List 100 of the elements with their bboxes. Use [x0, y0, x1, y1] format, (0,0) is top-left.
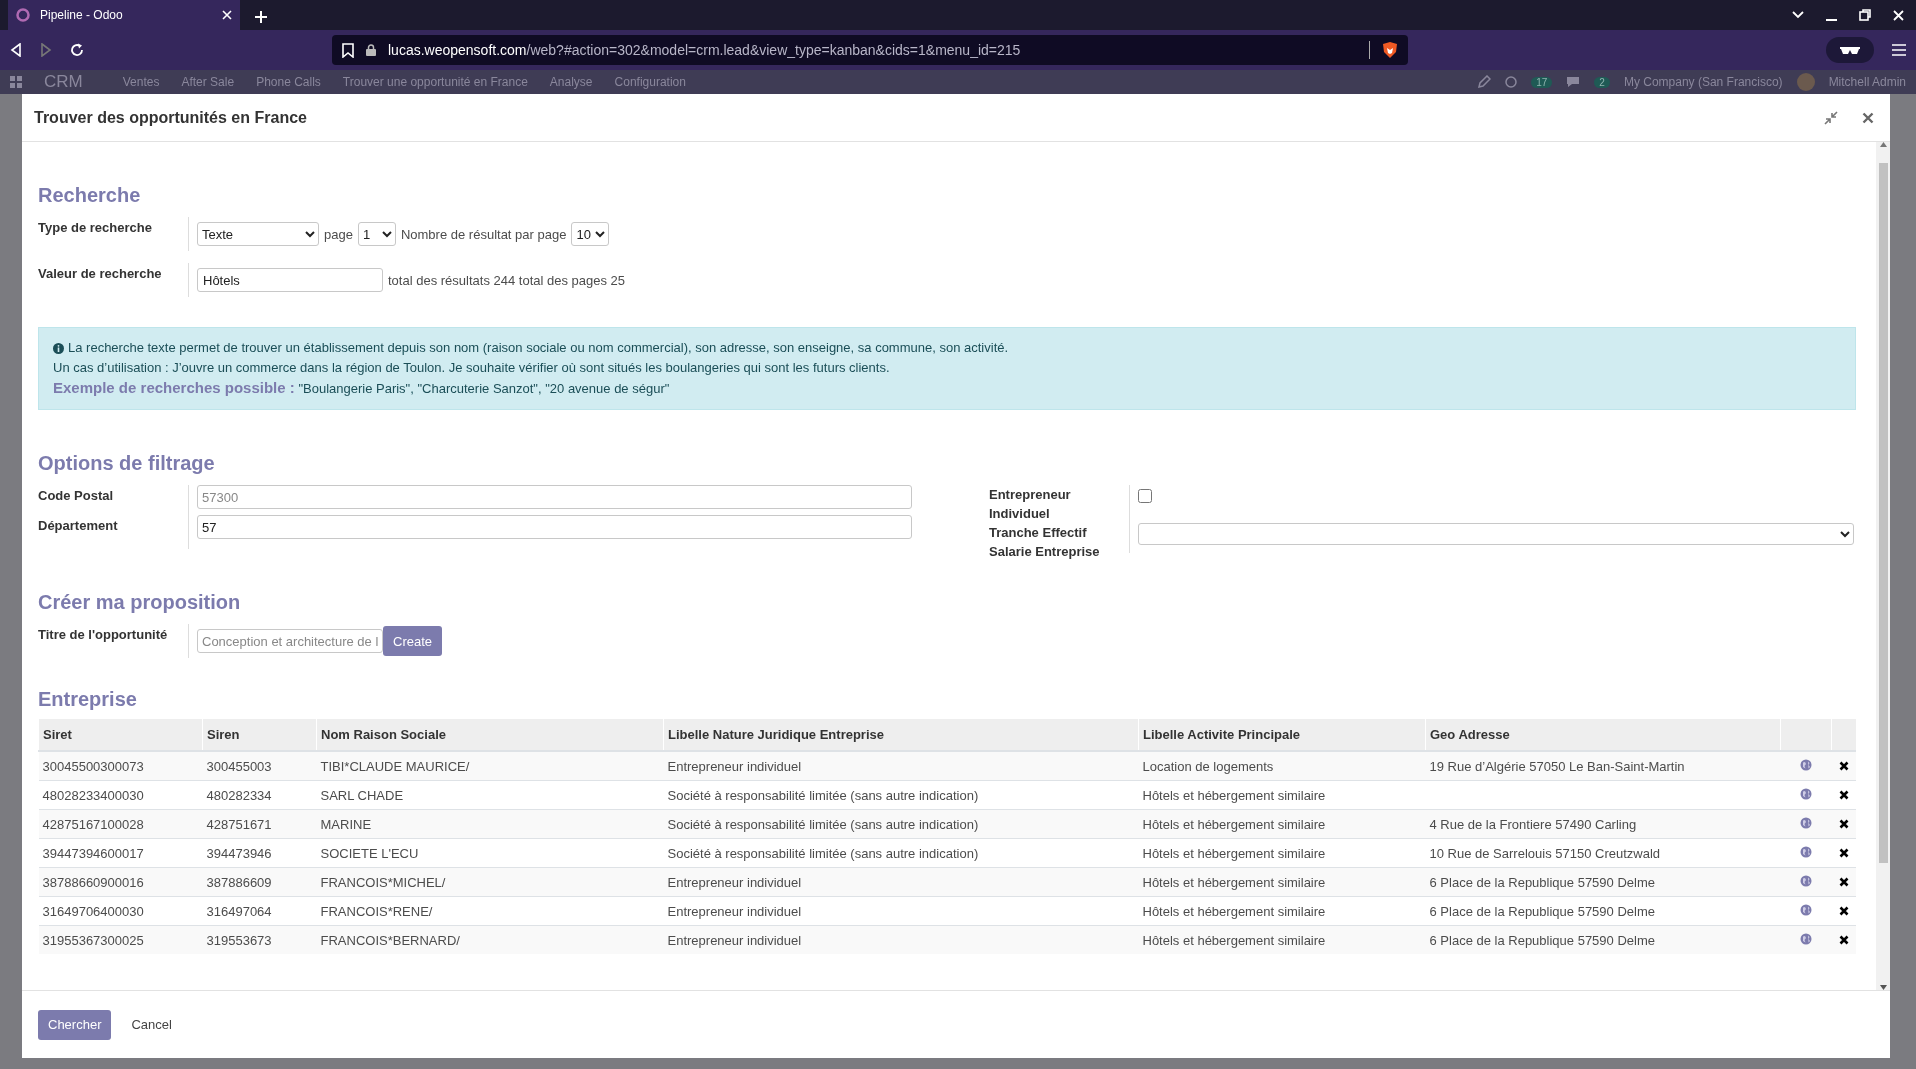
column-header: Geo Adresse: [1425, 719, 1781, 751]
section-heading: Entreprise: [38, 688, 137, 711]
field-label: Tranche Effectif Salarie Entreprise: [989, 524, 1101, 561]
arrow-up-icon[interactable]: [1879, 142, 1887, 147]
table-cell: Location de logements: [1142, 758, 1274, 774]
reload-icon[interactable]: [70, 43, 84, 57]
scrollbar[interactable]: [1876, 142, 1890, 990]
activity-badge: 17: [1531, 76, 1553, 88]
table-cell: 39447394600017: [42, 845, 144, 861]
field-label: Valeur de recherche: [38, 265, 163, 281]
field-label: Titre de l'opportunité: [38, 626, 169, 642]
section-heading: Recherche: [38, 184, 141, 207]
globe-icon[interactable]: [1800, 758, 1812, 771]
restore-icon[interactable]: [1859, 9, 1871, 21]
postal-code-field[interactable]: 57300: [197, 485, 912, 509]
plus-icon[interactable]: [254, 10, 268, 24]
compress-icon[interactable]: [1824, 110, 1838, 125]
globe-icon[interactable]: [1800, 932, 1812, 945]
menu-item[interactable]: Analyse: [549, 75, 593, 89]
table-cell: Hôtels et hébergement similaire: [1142, 845, 1326, 861]
cross-icon[interactable]: [1838, 818, 1849, 829]
info-text: La recherche texte permet de trouver un établissement depuis son nom (raison sociale ou nom commercial), son adresse, son enseigne, sa commune, son activité.: [68, 339, 1009, 357]
menu-icon[interactable]: [1892, 44, 1906, 56]
table-cell: 6 Place de la Republique 57590 Delme: [1429, 874, 1655, 890]
per-page-select[interactable]: 10: [571, 222, 610, 246]
table-cell: 48028233400030: [42, 787, 144, 803]
cancel-button[interactable]: Cancel: [125, 1016, 178, 1033]
create-button[interactable]: Create: [383, 626, 443, 656]
back-icon[interactable]: [10, 43, 22, 57]
table-cell: 30045500300073: [42, 758, 144, 774]
table-cell: 4 Rue de la Frontiere 57490 Carling: [1429, 816, 1637, 832]
table-cell: 42875167100028: [42, 816, 144, 832]
column-header: Libelle Nature Juridique Entreprise: [663, 719, 1139, 751]
edit-icon[interactable]: [1477, 75, 1492, 89]
globe-icon[interactable]: [1800, 903, 1812, 916]
dialog-title: Trouver des opportunités en France: [34, 108, 308, 127]
globe-icon[interactable]: [1800, 874, 1812, 887]
table-cell: Société à responsabilité limitée (sans autre indication): [667, 816, 979, 832]
table-cell: 480282334: [206, 787, 272, 803]
table-cell: 38788660900016: [42, 874, 144, 890]
table-cell: Hôtels et hébergement similaire: [1142, 787, 1326, 803]
results-total: total des résultats 244 total des pages 25: [388, 272, 626, 288]
field-label: page: [324, 226, 353, 242]
table-cell: 316497064: [206, 903, 272, 919]
table-cell: 6 Place de la Republique 57590 Delme: [1429, 903, 1655, 919]
search-value-field[interactable]: Hôtels: [197, 268, 383, 292]
table-cell: 6 Place de la Republique 57590 Delme: [1429, 932, 1655, 948]
cross-icon[interactable]: [1838, 905, 1849, 916]
table-cell: SOCIETE L'ECU: [320, 845, 419, 861]
department-field[interactable]: 57: [197, 515, 912, 539]
table-cell: 10 Rue de Sarrelouis 57150 Creutzwald: [1429, 845, 1661, 861]
chevron-down-icon[interactable]: [1792, 11, 1804, 19]
search-button[interactable]: Chercher: [38, 1009, 112, 1040]
page-select[interactable]: 1: [357, 222, 396, 246]
opportunity-title-field[interactable]: Conception et architecture de l: [197, 629, 383, 653]
menu-item[interactable]: Phone Calls: [256, 75, 321, 89]
app-name: CRM: [44, 72, 83, 92]
chat-icon[interactable]: [1566, 76, 1581, 88]
info-icon: [53, 342, 64, 354]
menu-item[interactable]: Trouver une opportunité en France: [342, 75, 528, 89]
field-label: Code Postal: [38, 487, 115, 503]
globe-icon[interactable]: [1800, 787, 1812, 800]
bookmark-icon[interactable]: [342, 42, 354, 58]
arrow-down-icon[interactable]: [1879, 985, 1887, 990]
table-cell: Entrepreneur individuel: [667, 903, 802, 919]
search-type-select[interactable]: Texte: [197, 222, 319, 246]
browser-tab[interactable]: Pipeline - Odoo: [8, 0, 240, 30]
checkbox[interactable]: [1138, 489, 1152, 503]
globe-icon[interactable]: [1800, 845, 1812, 858]
company-switcher[interactable]: My Company (San Francisco): [1623, 75, 1783, 89]
table-cell: Entrepreneur individuel: [667, 932, 802, 948]
menu-item[interactable]: After Sale: [181, 75, 235, 89]
cross-icon[interactable]: [1838, 934, 1849, 945]
table-cell: 428751671: [206, 816, 272, 832]
table-cell: TIBI*CLAUDE MAURICE/: [320, 758, 470, 774]
table-cell: Hôtels et hébergement similaire: [1142, 816, 1326, 832]
field-label: Entrepreneur Individuel: [989, 486, 1072, 523]
apps-grid-icon[interactable]: [10, 76, 22, 88]
menu-item[interactable]: Configuration: [614, 75, 686, 89]
clock-icon[interactable]: [1505, 76, 1518, 88]
column-header: Nom Raison Sociale: [316, 719, 664, 751]
column-header: Siret: [38, 719, 203, 751]
column-header: Siren: [202, 719, 317, 751]
cross-icon[interactable]: [1838, 876, 1849, 887]
cross-icon[interactable]: [1838, 847, 1849, 858]
user-menu[interactable]: Mitchell Admin: [1828, 75, 1906, 89]
table-cell: Société à responsabilité limitée (sans autre indication): [667, 845, 979, 861]
field-label: Type de recherche: [38, 219, 153, 235]
globe-icon[interactable]: [1800, 816, 1812, 829]
table-cell: 387886609: [206, 874, 272, 890]
menu-item[interactable]: Ventes: [122, 75, 160, 89]
table-cell: Entrepreneur individuel: [667, 758, 802, 774]
lion-shield-icon[interactable]: [1382, 41, 1398, 59]
table-cell: SARL CHADE: [320, 787, 404, 803]
table-cell: Société à responsabilité limitée (sans autre indication): [667, 787, 979, 803]
cross-icon[interactable]: [1838, 760, 1849, 771]
sunglasses-button[interactable]: [1826, 37, 1874, 63]
cross-icon[interactable]: [1838, 789, 1849, 800]
table-cell: 31955367300025: [42, 932, 144, 948]
table-cell: FRANCOIS*BERNARD/: [320, 932, 460, 948]
